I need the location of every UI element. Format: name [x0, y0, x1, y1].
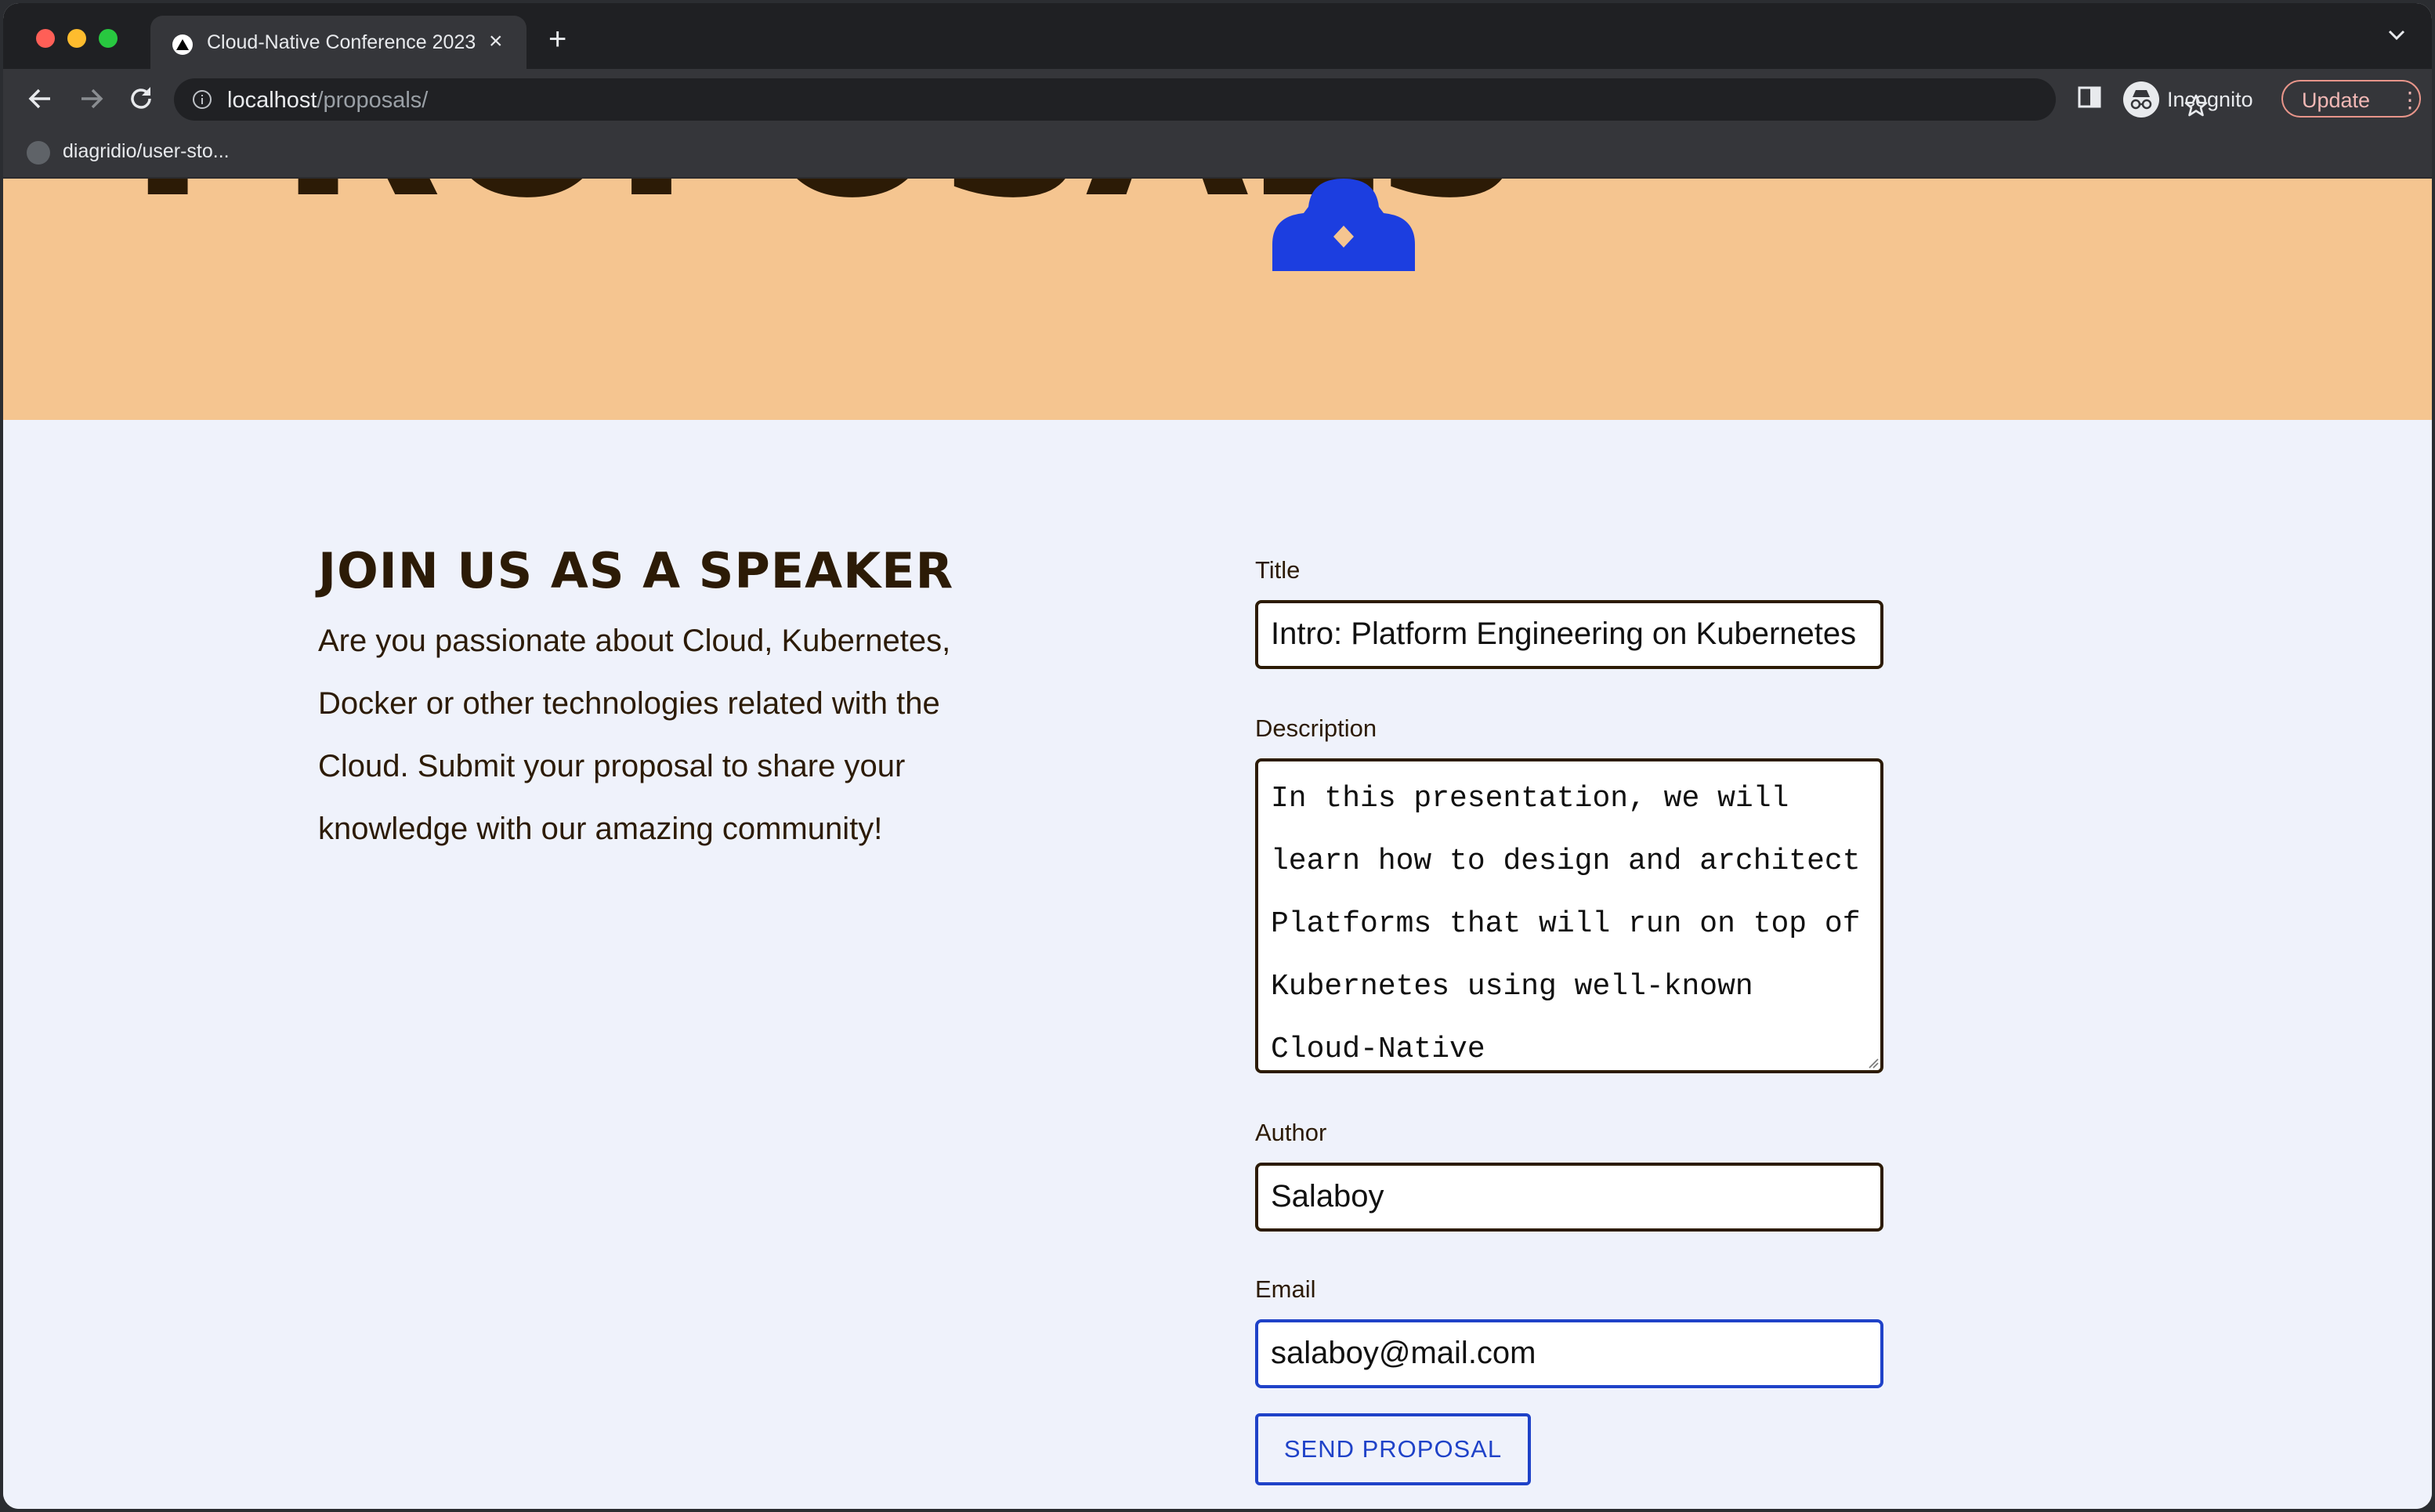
- reload-icon[interactable]: [125, 83, 157, 114]
- close-window-button[interactable]: [36, 29, 55, 48]
- bookmarks-bar: diagridio/user-sto...: [3, 130, 2432, 179]
- github-icon: [27, 141, 50, 165]
- email-label: Email: [1255, 1275, 1316, 1303]
- description-text: In this presentation, we will learn how …: [1271, 782, 1861, 1066]
- description-textarea[interactable]: In this presentation, we will learn how …: [1255, 758, 1883, 1073]
- bookmark-item[interactable]: diagridio/user-sto...: [63, 140, 230, 163]
- maximize-window-button[interactable]: [99, 29, 118, 48]
- minimize-window-button[interactable]: [67, 29, 86, 48]
- update-label: Update: [2302, 89, 2371, 112]
- update-button[interactable]: Update ⋮: [2281, 80, 2421, 118]
- tab-title: Cloud-Native Conference 2023: [207, 31, 476, 53]
- browser-toolbar: localhost/proposals/ Incognito Update ⋮: [3, 69, 2432, 130]
- send-proposal-button[interactable]: SEND PROPOSAL: [1255, 1413, 1531, 1485]
- new-tab-button[interactable]: +: [548, 24, 566, 55]
- title-label: Title: [1255, 556, 1301, 584]
- triangle-favicon-icon: [172, 34, 193, 55]
- speaker-description: Are you passionate about Cloud, Kubernet…: [318, 624, 951, 846]
- incognito-icon[interactable]: [2123, 81, 2159, 118]
- tab-strip: Cloud-Native Conference 2023 × +: [3, 3, 2432, 69]
- email-input[interactable]: salaboy@mail.com: [1255, 1319, 1883, 1388]
- back-arrow-icon[interactable]: [25, 83, 56, 114]
- conference-logo-icon: [1272, 179, 1415, 271]
- close-tab-icon[interactable]: ×: [489, 30, 503, 53]
- forward-arrow-icon[interactable]: [75, 83, 107, 114]
- author-input[interactable]: Salaboy: [1255, 1163, 1883, 1232]
- speaker-heading: JOIN US AS A SPEAKER: [318, 542, 954, 599]
- side-panel-icon[interactable]: [2078, 86, 2101, 108]
- send-proposal-label: SEND PROPOSAL: [1283, 1435, 1503, 1463]
- chevron-down-icon[interactable]: [2388, 30, 2405, 45]
- active-tab[interactable]: Cloud-Native Conference 2023 ×: [150, 16, 526, 69]
- url-text[interactable]: localhost/proposals/: [227, 88, 428, 114]
- address-bar[interactable]: localhost/proposals/: [174, 78, 2208, 121]
- author-label: Author: [1255, 1119, 1327, 1146]
- title-input[interactable]: Intro: Platform Engineering on Kubernete…: [1255, 600, 1883, 669]
- resize-handle-icon[interactable]: [1868, 1058, 1879, 1069]
- more-vert-icon[interactable]: ⋮: [2399, 89, 2421, 111]
- hero-banner: PROPOSALS: [3, 179, 2432, 420]
- browser-window: Cloud-Native Conference 2023 × + localho…: [3, 3, 2432, 1509]
- description-label: Description: [1255, 714, 1377, 742]
- page-content: PROPOSALS JOIN US AS A SPEAKER Are you p…: [3, 179, 2432, 1509]
- site-info-icon[interactable]: [193, 90, 212, 109]
- incognito-label[interactable]: Incognito: [2167, 88, 2253, 112]
